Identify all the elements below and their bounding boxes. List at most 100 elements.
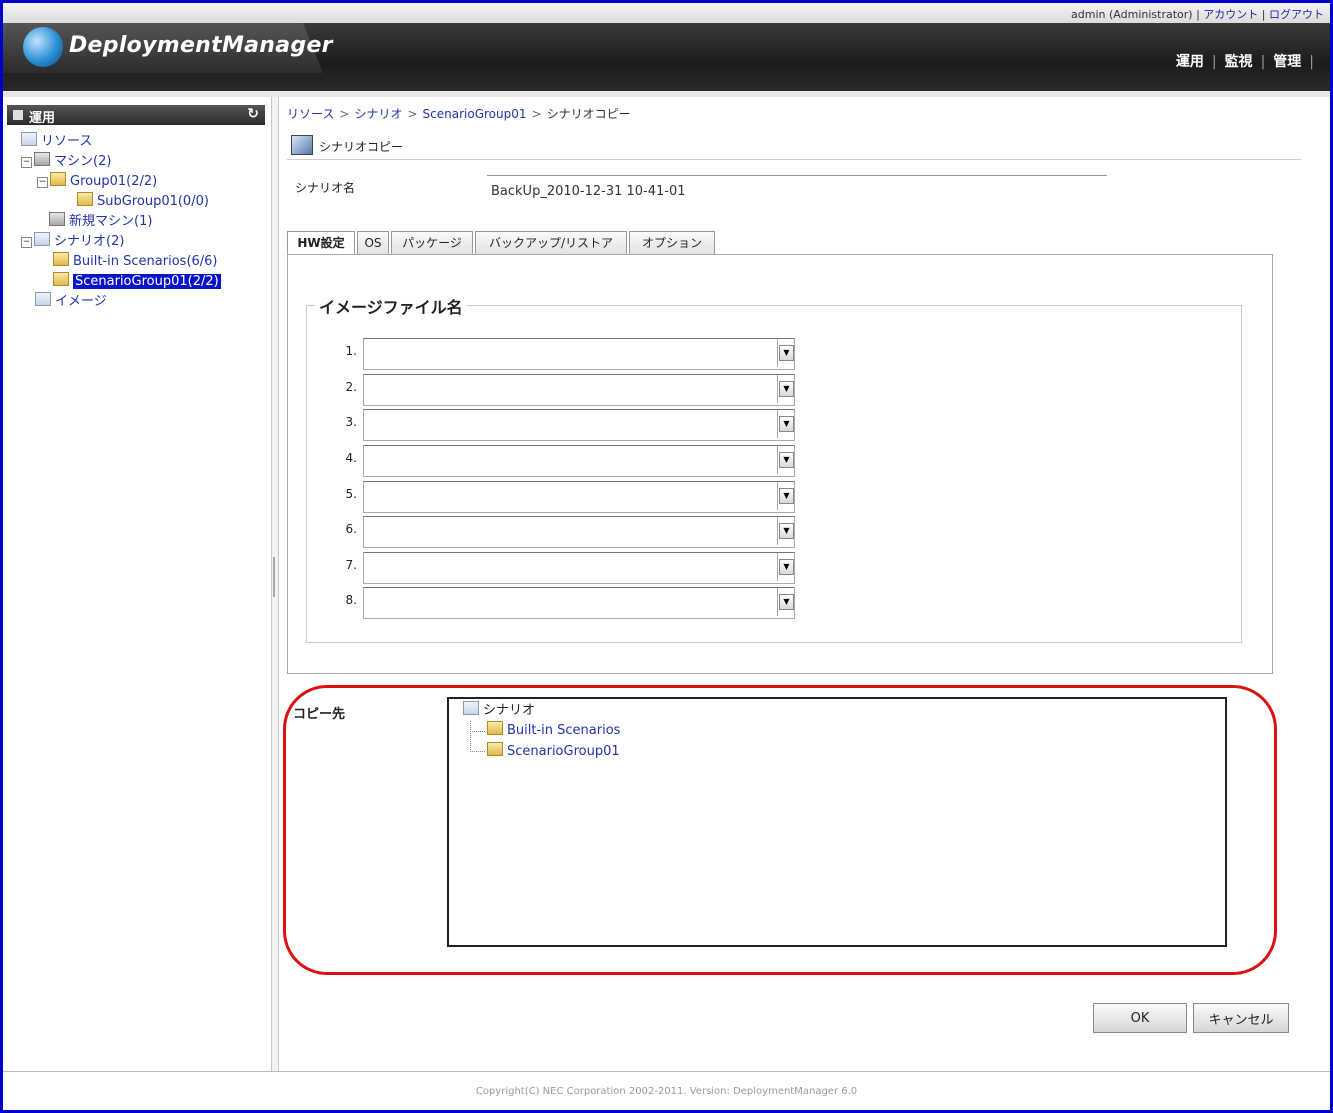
app-window: admin (Administrator) | アカウント | ログアウト De… [0, 0, 1333, 1113]
folder-icon [487, 721, 503, 735]
title-divider [287, 159, 1301, 160]
dropdown-arrow-icon[interactable]: ▼ [779, 488, 794, 504]
collapse-icon[interactable]: − [37, 177, 48, 188]
dropdown-arrow-icon[interactable]: ▼ [779, 523, 794, 539]
main-content: リソース > シナリオ > ScenarioGroup01 > シナリオコピー シナリオコピ… [283, 97, 1323, 1071]
tree-item-label-selected[interactable]: ScenarioGroup01(2/2) [73, 274, 221, 289]
copy-destination-tree: シナリオ Built-in Scenarios ScenarioGroup01 [447, 697, 1227, 947]
cancel-button[interactable]: キャンセル [1193, 1003, 1289, 1033]
image-file-legend: イメージファイル名 [315, 294, 467, 318]
copy-tree-scenariogroup01[interactable]: ScenarioGroup01 [487, 742, 620, 762]
edit-icon [291, 135, 313, 155]
group-icon [50, 172, 66, 186]
copy-tree-root[interactable]: シナリオ [463, 701, 535, 721]
image-file-select[interactable]: ▼ [363, 587, 795, 619]
tree-item-machine[interactable]: − マシン(2) [21, 151, 111, 172]
tab-option[interactable]: オプション [629, 231, 715, 255]
tree-item-label[interactable]: Built-in Scenarios(6/6) [73, 254, 218, 269]
dropdown-arrow-icon[interactable]: ▼ [779, 452, 794, 468]
resource-icon [21, 132, 37, 146]
splitter-grip[interactable] [273, 557, 275, 597]
nav-monitor[interactable]: 監視 [1225, 54, 1253, 70]
image-file-select[interactable]: ▼ [363, 409, 795, 441]
machine-icon [34, 152, 50, 166]
image-icon [35, 292, 51, 306]
image-file-select[interactable]: ▼ [363, 338, 795, 370]
tree-item-scenariogroup01[interactable]: ScenarioGroup01(2/2) [53, 271, 221, 292]
image-file-select[interactable]: ▼ [363, 552, 795, 584]
copy-tree-item-label[interactable]: ScenarioGroup01 [507, 744, 620, 759]
dropdown-arrow-icon[interactable]: ▼ [779, 345, 794, 361]
tree-item-scenario[interactable]: − シナリオ(2) [21, 231, 124, 252]
breadcrumb-resource[interactable]: リソース [287, 107, 334, 121]
main-nav: 運用 | 監視 | 管理 | [1175, 54, 1314, 70]
logo-globe-icon [23, 27, 63, 67]
image-file-select[interactable]: ▼ [363, 374, 795, 406]
tree-item-group01[interactable]: − Group01(2/2) [37, 171, 157, 192]
tab-package[interactable]: パッケージ [391, 231, 473, 255]
panel-icon [13, 110, 23, 120]
image-file-select[interactable]: ▼ [363, 445, 795, 477]
dropdown-arrow-icon[interactable]: ▼ [779, 381, 794, 397]
top-bar: admin (Administrator) | アカウント | ログアウト [3, 3, 1330, 23]
image-file-group: イメージファイル名 1. ▼ 2. ▼ 3. ▼ 4. ▼ 5. ▼ 6. ▼ … [306, 294, 1242, 643]
collapse-icon[interactable]: − [21, 237, 32, 248]
breadcrumb: リソース > シナリオ > ScenarioGroup01 > シナリオコピー [287, 107, 631, 121]
pane-splitter[interactable] [271, 97, 279, 1071]
image-file-select[interactable]: ▼ [363, 516, 795, 548]
ok-button[interactable]: OK [1093, 1003, 1187, 1033]
dropdown-arrow-icon[interactable]: ▼ [779, 416, 794, 432]
row-number: 8. [345, 593, 357, 607]
tree-item-builtin-scenarios[interactable]: Built-in Scenarios(6/6) [53, 251, 218, 272]
breadcrumb-scenario[interactable]: シナリオ [354, 107, 402, 121]
new-machine-icon [49, 212, 65, 226]
collapse-icon[interactable]: − [21, 157, 32, 168]
row-number: 5. [345, 487, 357, 501]
sidebar: 運用 ↻ リソース − マシン(2) − Group01(2/2) SubGroup… [3, 97, 271, 1071]
tree-item-label[interactable]: 新規マシン(1) [69, 214, 152, 229]
tab-os[interactable]: OS [357, 231, 389, 255]
page-title-text: シナリオコピー [319, 140, 404, 154]
tree-item-label[interactable]: マシン(2) [54, 154, 111, 169]
scenario-name-input[interactable] [487, 175, 1107, 206]
group-icon [77, 192, 93, 206]
tab-hw-settings[interactable]: HW設定 [287, 231, 355, 256]
tree-item-label[interactable]: イメージ [55, 294, 107, 309]
copyright-text: Copyright(C) NEC Corporation 2002-2011. … [475, 1086, 858, 1097]
image-file-select[interactable]: ▼ [363, 481, 795, 513]
tree-item-label[interactable]: リソース [41, 134, 92, 149]
page-title: シナリオコピー [291, 135, 403, 155]
tree-item-subgroup01[interactable]: SubGroup01(0/0) [77, 191, 209, 212]
user-name: admin (Administrator) [1071, 8, 1193, 21]
refresh-icon[interactable]: ↻ [247, 106, 259, 122]
logout-link[interactable]: ログアウト [1269, 8, 1324, 21]
row-number: 1. [345, 344, 357, 358]
row-number: 2. [345, 380, 357, 394]
scenario-icon [34, 232, 50, 246]
copy-tree-item-label[interactable]: Built-in Scenarios [507, 723, 620, 738]
tree-connector [470, 731, 485, 752]
nav-manage[interactable]: 管理 [1273, 54, 1301, 70]
row-number: 7. [345, 558, 357, 572]
breadcrumb-current: シナリオコピー [546, 107, 631, 121]
breadcrumb-scenariogroup01[interactable]: ScenarioGroup01 [423, 107, 527, 121]
tree-item-resource[interactable]: リソース [21, 131, 92, 152]
dropdown-arrow-icon[interactable]: ▼ [779, 594, 794, 610]
tree-item-label[interactable]: シナリオ(2) [54, 234, 124, 249]
nav-operation[interactable]: 運用 [1176, 54, 1204, 70]
row-number: 3. [345, 415, 357, 429]
copy-tree-builtin-scenarios[interactable]: Built-in Scenarios [487, 721, 620, 741]
copy-tree-root-label[interactable]: シナリオ [483, 703, 535, 718]
copy-destination-label: コピー先 [293, 707, 346, 722]
tree-item-image[interactable]: イメージ [35, 291, 107, 312]
sidebar-header: 運用 ↻ [7, 105, 265, 126]
account-link[interactable]: アカウント [1203, 8, 1258, 21]
tree-item-label[interactable]: SubGroup01(0/0) [97, 194, 209, 209]
tree-item-new-machine[interactable]: 新規マシン(1) [49, 211, 152, 232]
tree-item-label[interactable]: Group01(2/2) [70, 174, 157, 189]
folder-icon [53, 272, 69, 286]
sidebar-title: 運用 [29, 111, 56, 126]
scenario-name-label: シナリオ名 [295, 181, 356, 195]
tab-backup-restore[interactable]: バックアップ/リストア [475, 231, 627, 255]
dropdown-arrow-icon[interactable]: ▼ [779, 559, 794, 575]
